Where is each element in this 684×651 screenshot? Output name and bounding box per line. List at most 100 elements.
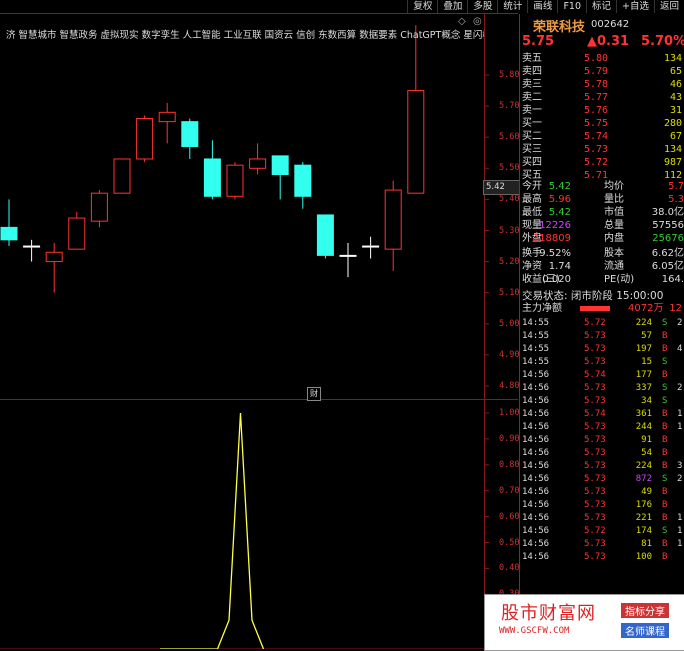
tick-row[interactable]: 14:56 5.73 221 B 1 — [522, 512, 684, 525]
y-axis-tick-label: 5.30 — [499, 225, 520, 236]
tick-row[interactable]: 14:56 5.72 174 S 1 — [522, 525, 684, 538]
tick-row[interactable]: 14:55 5.73 57 B — [522, 330, 684, 343]
stat-label: 最低 — [522, 207, 542, 218]
watermark-title: 股市财富网 — [501, 603, 596, 624]
tick-row[interactable]: 14:56 5.73 91 B — [522, 434, 684, 447]
ask-row[interactable]: 卖二 5.77 43 — [522, 91, 684, 104]
stat-value: 164. — [661, 274, 684, 285]
tick-price: 5.73 — [584, 552, 606, 562]
finance-badge-icon[interactable]: 财 — [307, 387, 321, 401]
orderbook-price: 5.78 — [584, 79, 609, 90]
tick-row[interactable]: 14:55 5.73 15 S — [522, 356, 684, 369]
tick-side: S — [662, 383, 668, 393]
candle-body — [384, 189, 402, 250]
ask-row[interactable]: 卖四 5.79 65 — [522, 65, 684, 78]
tick-time: 14:56 — [522, 513, 550, 523]
toolbar-button[interactable]: 标记 — [586, 0, 616, 13]
watermark-url: WWW.GSCFW.COM — [499, 626, 570, 636]
toolbar-button[interactable]: F10 — [557, 0, 586, 13]
tick-row[interactable]: 14:56 5.73 244 B 1 — [522, 421, 684, 434]
tick-row[interactable]: 14:56 5.73 49 B — [522, 486, 684, 499]
orderbook-volume: 67 — [669, 131, 682, 142]
tick-row[interactable]: 14:56 5.73 54 B — [522, 447, 684, 460]
indicator-line — [160, 412, 265, 649]
tick-time: 14:56 — [522, 422, 550, 432]
price-change: ▲0.31 — [587, 34, 630, 49]
candle-body — [0, 226, 18, 241]
concept-tags: 济 智慧城市 智慧政务 虚拟现实 数字孪生 人工智能 工业互联 国资云 信创 东… — [6, 30, 484, 41]
tick-price: 5.74 — [584, 370, 606, 380]
orderbook-level-label: 买四 — [522, 157, 542, 168]
orderbook-price: 5.80 — [584, 53, 609, 64]
y-axis-tick-label: 5.50 — [499, 163, 520, 174]
stat-value: 9.52% — [539, 248, 571, 259]
ask-row[interactable]: 卖一 5.76 31 — [522, 104, 684, 117]
tick-volume: 91 — [641, 435, 652, 445]
tick-volume: 81 — [641, 539, 652, 549]
candle-body — [226, 164, 244, 197]
tick-row[interactable]: 14:56 5.74 361 B 1 — [522, 408, 684, 421]
tick-time: 14:55 — [522, 357, 550, 367]
ask-row[interactable]: 卖三 5.78 46 — [522, 78, 684, 91]
tick-row[interactable]: 14:56 5.74 177 B — [522, 369, 684, 382]
stat-value: 5.3 — [668, 194, 684, 205]
tick-volume: 224 — [635, 318, 652, 328]
candle-body — [203, 158, 221, 197]
stat-value: 25676 — [652, 233, 684, 244]
candle-body — [407, 90, 425, 194]
tick-row[interactable]: 14:56 5.73 100 B — [522, 551, 684, 564]
tick-price: 5.73 — [584, 474, 606, 484]
candle-body — [294, 164, 312, 197]
stat-label: 总量 — [604, 220, 624, 231]
tick-volume: 872 — [635, 474, 652, 484]
toolbar-button[interactable]: 画线 — [527, 0, 557, 13]
chart-canvas[interactable]: ◇ ◎ — [0, 0, 518, 649]
tick-side: B — [662, 487, 668, 497]
bid-row[interactable]: 买二 5.74 67 — [522, 130, 684, 143]
stat-row: 最低 5.42 市值 38.0亿 — [522, 206, 684, 219]
stat-value: 0.020 — [542, 274, 571, 285]
orderbook-volume: 43 — [669, 92, 682, 103]
tick-side: B — [662, 552, 668, 562]
tick-side: S — [662, 318, 668, 328]
tick-volume: 54 — [641, 448, 652, 458]
stat-label: 净资 — [522, 261, 542, 272]
toolbar-button[interactable]: 返回 — [653, 0, 684, 13]
candle-body — [158, 111, 176, 123]
tick-row[interactable]: 14:56 5.73 337 S 2 — [522, 382, 684, 395]
indicator-axis-tick-label: 0.90 — [499, 433, 520, 444]
tick-row[interactable]: 14:56 5.73 176 B — [522, 499, 684, 512]
tick-row[interactable]: 14:55 5.73 197 B 4 — [522, 343, 684, 356]
tick-side: B — [662, 513, 668, 523]
stat-label: 股本 — [604, 248, 624, 259]
tick-row[interactable]: 14:55 5.72 224 S 2 — [522, 317, 684, 330]
ask-row[interactable]: 卖五 5.80 134 — [522, 52, 684, 65]
y-axis-tick-label: 5.00 — [499, 318, 520, 329]
kline-chart[interactable]: ◇ ◎ 济 智慧城市 智慧政务 虚拟现实 数字孪生 人工智能 工业互联 国资云 信… — [0, 0, 520, 649]
tick-time: 14:55 — [522, 331, 550, 341]
candle-body — [90, 192, 108, 222]
tick-extra: 1 — [677, 539, 683, 549]
tick-row[interactable]: 14:56 5.73 34 S — [522, 395, 684, 408]
watermark-tag-courses: 名师课程 — [621, 623, 669, 638]
settings-icon: ◎ — [473, 16, 482, 27]
candle-body — [362, 245, 380, 248]
bid-row[interactable]: 买一 5.75 280 — [522, 117, 684, 130]
tick-extra: 2 — [677, 383, 683, 393]
tick-extra: 3 — [677, 461, 683, 471]
tick-volume: 221 — [635, 513, 652, 523]
tick-row[interactable]: 14:56 5.73 81 B 1 — [522, 538, 684, 551]
bid-row[interactable]: 买三 5.73 134 — [522, 143, 684, 156]
orderbook-volume: 280 — [663, 118, 682, 129]
toolbar-button[interactable]: +自选 — [616, 0, 654, 13]
tick-row[interactable]: 14:56 5.73 872 S 2 — [522, 473, 684, 486]
orderbook-volume: 65 — [669, 66, 682, 77]
stat-label: 市值 — [604, 207, 624, 218]
tick-row[interactable]: 14:56 5.73 224 B 3 — [522, 460, 684, 473]
tick-side: S — [662, 357, 668, 367]
trading-status: 交易状态: 闭市阶段 15:00:00 — [522, 290, 664, 302]
bid-row[interactable]: 买四 5.72 987 — [522, 156, 684, 169]
candle-body — [136, 118, 154, 160]
tick-price: 5.73 — [584, 357, 606, 367]
last-price: 5.75 — [522, 34, 555, 49]
